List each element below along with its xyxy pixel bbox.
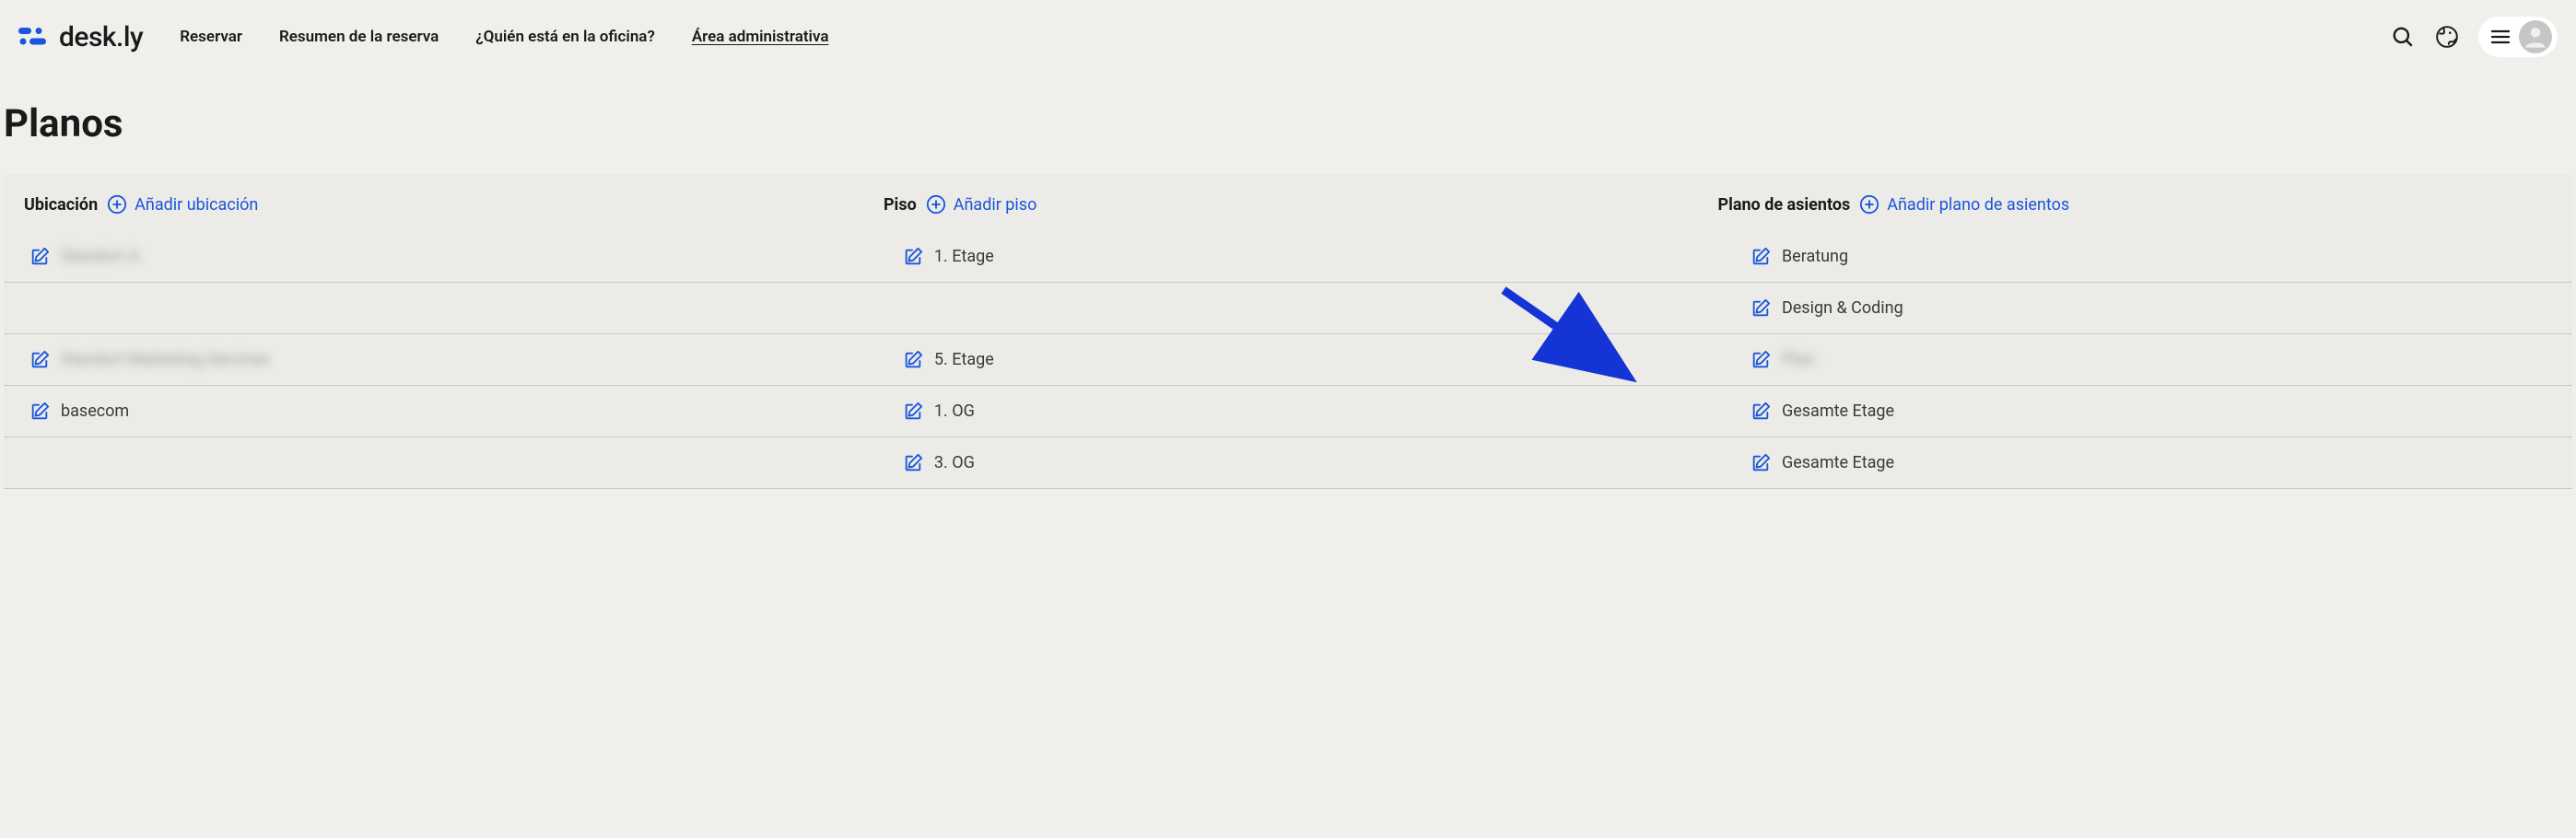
floor-name[interactable]: 3. OG (934, 453, 975, 472)
location-cell (4, 437, 877, 489)
table-body: Standort A 1. Etage Beratung Design & Codin… (4, 231, 2572, 489)
app-header: desk.ly Reservar Resumen de la reserva ¿… (0, 0, 2576, 74)
edit-icon[interactable] (29, 402, 50, 422)
seatplan-cell: Plan (1725, 334, 2572, 386)
edit-icon[interactable] (1751, 350, 1771, 370)
location-cell: basecom (4, 386, 877, 437)
edit-icon[interactable] (903, 453, 923, 473)
edit-icon[interactable] (1751, 453, 1771, 473)
logo-icon (18, 26, 52, 48)
add-floor-button[interactable]: Añadir piso (926, 194, 1037, 215)
add-seatplan-button[interactable]: Añadir plano de asientos (1859, 194, 2069, 215)
avatar (2519, 20, 2552, 53)
add-location-label: Añadir ubicación (135, 195, 258, 215)
main-nav: Reservar Resumen de la reserva ¿Quién es… (180, 28, 2390, 46)
location-cell: Standort Marketing Services (4, 334, 877, 386)
logo[interactable]: desk.ly (18, 21, 143, 53)
seatplan-name[interactable]: Plan (1782, 350, 1814, 369)
floor-cell: 1. Etage (877, 231, 1725, 283)
seatplan-name[interactable]: Gesamte Etage (1782, 402, 1894, 421)
seatplan-name[interactable]: Design & Coding (1782, 298, 1903, 318)
search-icon[interactable] (2390, 24, 2416, 50)
floor-cell: 3. OG (877, 437, 1725, 489)
column-location-label: Ubicación (24, 195, 98, 215)
edit-icon[interactable] (903, 350, 923, 370)
table-header: Ubicación Añadir ubicación Piso Añadir p… (4, 174, 2572, 231)
plans-table: Ubicación Añadir ubicación Piso Añadir p… (4, 174, 2572, 489)
floor-name[interactable]: 1. Etage (934, 247, 994, 266)
location-name[interactable]: Standort Marketing Services (61, 350, 269, 369)
location-name[interactable]: basecom (61, 402, 129, 421)
column-floor-label: Piso (884, 195, 917, 215)
edit-icon[interactable] (903, 247, 923, 267)
seatplan-cell: Design & Coding (1725, 283, 2572, 334)
menu-icon (2491, 29, 2510, 44)
column-seatplan-label: Plano de asientos (1717, 195, 1850, 215)
floor-cell: 5. Etage (877, 334, 1725, 386)
edit-icon[interactable] (903, 402, 923, 422)
edit-icon[interactable] (29, 247, 50, 267)
seatplan-name[interactable]: Gesamte Etage (1782, 453, 1894, 472)
page-title: Planos (0, 74, 2576, 174)
globe-icon[interactable] (2434, 24, 2460, 50)
plus-circle-icon (1859, 194, 1879, 215)
add-location-button[interactable]: Añadir ubicación (107, 194, 258, 215)
header-actions (2390, 17, 2558, 57)
edit-icon[interactable] (1751, 402, 1771, 422)
floor-name[interactable]: 5. Etage (934, 350, 994, 369)
plus-circle-icon (926, 194, 946, 215)
add-seatplan-label: Añadir plano de asientos (1887, 195, 2069, 215)
plus-circle-icon (107, 194, 127, 215)
seatplan-cell: Gesamte Etage (1725, 437, 2572, 489)
nav-reservar[interactable]: Reservar (180, 28, 242, 46)
location-name[interactable]: Standort A (61, 247, 139, 266)
location-cell: Standort A (4, 231, 877, 283)
edit-icon[interactable] (29, 350, 50, 370)
seatplan-name[interactable]: Beratung (1782, 247, 1848, 266)
nav-quien[interactable]: ¿Quién está en la oficina? (475, 28, 655, 46)
user-menu[interactable] (2478, 17, 2558, 57)
floor-name[interactable]: 1. OG (934, 402, 975, 421)
location-cell (4, 283, 877, 334)
add-floor-label: Añadir piso (954, 195, 1037, 215)
logo-text: desk.ly (59, 21, 143, 53)
floor-cell (877, 283, 1725, 334)
edit-icon[interactable] (1751, 298, 1771, 319)
edit-icon[interactable] (1751, 247, 1771, 267)
nav-admin[interactable]: Área administrativa (692, 28, 829, 46)
seatplan-cell: Gesamte Etage (1725, 386, 2572, 437)
seatplan-cell: Beratung (1725, 231, 2572, 283)
floor-cell: 1. OG (877, 386, 1725, 437)
nav-resumen[interactable]: Resumen de la reserva (279, 28, 439, 46)
